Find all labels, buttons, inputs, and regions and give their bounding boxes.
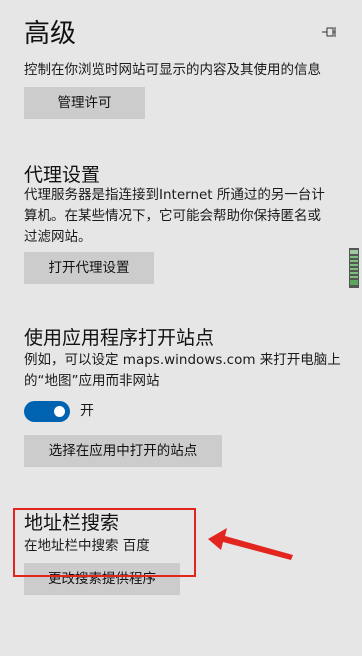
choose-app-sites-button[interactable]: 选择在应用中打开的站点 <box>24 435 222 467</box>
scrollbar-thumb[interactable] <box>348 248 360 288</box>
permissions-description: 控制在你浏览时网站可显示的内容及其使用的信息 <box>24 62 321 78</box>
proxy-description-line1: 代理服务器是指连接到Internet 所通过的另一台计 <box>24 187 325 203</box>
toggle-state-label: 开 <box>80 403 94 419</box>
app-sites-toggle[interactable] <box>24 401 70 422</box>
app-sites-description-line1: 例如，可以设定 maps.windows.com 来打开电脑上 <box>24 352 341 368</box>
pin-icon[interactable] <box>320 22 340 42</box>
advanced-settings-panel: 高级 控制在你浏览时网站可显示的内容及其使用的信息 管理许可 代理设置 代理服务… <box>0 0 362 656</box>
page-title: 高级 <box>24 19 77 49</box>
open-proxy-settings-button[interactable]: 打开代理设置 <box>24 252 154 284</box>
proxy-description-line3: 过滤网站。 <box>24 229 92 245</box>
annotation-highlight-box <box>13 508 196 577</box>
annotation-arrow-icon <box>208 528 293 560</box>
app-sites-heading: 使用应用程序打开站点 <box>24 327 215 349</box>
manage-permissions-button[interactable]: 管理许可 <box>24 87 145 119</box>
proxy-description-line2: 算机。在某些情况下，它可能会帮助你保持匿名或 <box>24 208 321 224</box>
app-sites-description-line2: 的“地图”应用而非网站 <box>24 373 160 389</box>
toggle-knob <box>54 406 65 417</box>
